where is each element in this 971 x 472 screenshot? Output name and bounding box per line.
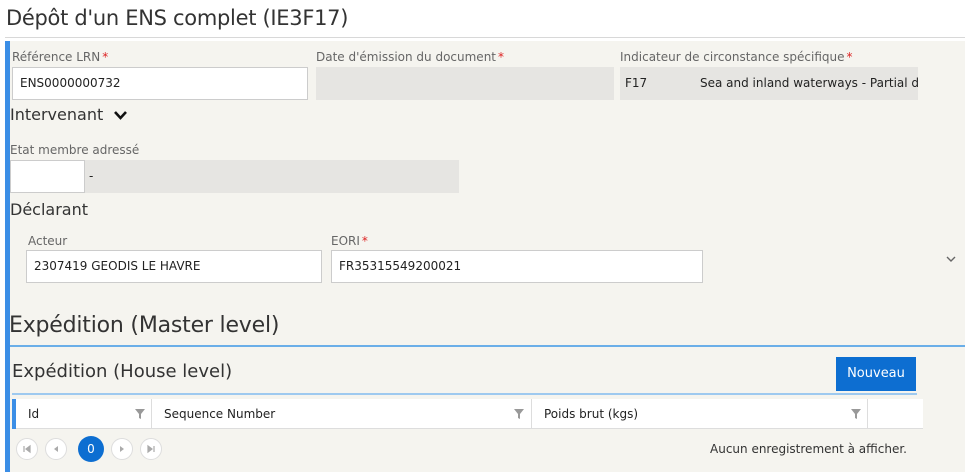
last-page-button[interactable] [140,438,162,460]
master-level-rule [10,345,965,347]
column-header-sequence-number[interactable]: Sequence Number [152,399,532,429]
indicateur-field: F17 Sea and inland waterways - Partial d… [620,67,918,100]
nouveau-button[interactable]: Nouveau [836,357,916,391]
indicateur-text: Sea and inland waterways - Partial d... [700,76,918,90]
declarant-heading: Déclarant [10,200,89,219]
acteur-label: Acteur [28,234,68,248]
current-page-indicator[interactable]: 0 [78,436,104,462]
column-header-poids-brut[interactable]: Poids brut (kgs) [532,399,868,429]
filter-icon[interactable] [134,408,146,420]
indicateur-code: F17 [625,76,648,90]
lrn-label: Référence LRN * [12,50,108,64]
prev-page-button[interactable] [45,438,67,460]
grid-pager: 0 Aucun enregistrement à afficher. [12,430,923,466]
indicateur-label-text: Indicateur de circonstance spécifique [620,50,845,64]
etat-membre-description: - [85,160,459,193]
grid-header: Id Sequence Number Poids brut (kgs) [12,399,923,429]
etat-membre-code-input[interactable] [10,160,85,193]
lrn-input[interactable]: ENS0000000732 [12,67,308,100]
last-page-icon [147,444,155,454]
first-page-button[interactable] [16,438,38,460]
page-title: Dépôt d'un ENS complet (IE3F17) [6,6,349,30]
next-page-icon [120,446,124,452]
eori-label: EORI * [331,234,368,248]
prev-page-icon [54,446,58,452]
date-emission-field [316,67,614,100]
date-emission-label: Date d'émission du document * [316,50,504,64]
main-panel: Référence LRN * ENS0000000732 Date d'émis… [5,41,965,472]
next-page-button[interactable] [111,438,133,460]
lrn-label-text: Référence LRN [12,50,101,64]
eori-required-mark: * [361,234,368,248]
lrn-required-mark: * [102,50,109,64]
date-emission-label-text: Date d'émission du document [316,50,496,64]
chevron-down-icon [114,111,128,120]
eori-label-text: EORI [331,234,360,248]
title-divider [5,37,965,38]
column-header-poids-brut-text: Poids brut (kgs) [544,407,639,421]
intervenant-heading-text: Intervenant [10,105,104,124]
indicateur-label: Indicateur de circonstance spécifique * [620,50,853,64]
intervenant-heading[interactable]: Intervenant [10,105,128,124]
eori-input[interactable]: FR35315549200021 [331,250,703,283]
etat-membre-label: Etat membre adressé [10,143,140,157]
date-emission-required-mark: * [498,50,504,64]
column-header-sequence-number-text: Sequence Number [164,407,276,421]
filter-icon[interactable] [513,408,525,420]
indicateur-required-mark: * [846,50,853,64]
chevron-down-icon[interactable] [946,256,956,263]
house-level-rule [12,393,917,395]
master-level-heading: Expédition (Master level) [9,313,280,338]
house-level-heading: Expédition (House level) [12,361,233,382]
pager-info-text: Aucun enregistrement à afficher. [710,442,907,456]
filter-icon[interactable] [850,408,862,420]
column-header-id-text: Id [28,407,40,421]
first-page-icon [23,444,31,454]
acteur-input[interactable]: 2307419 GEODIS LE HAVRE [26,250,322,283]
column-header-id[interactable]: Id [16,399,152,429]
